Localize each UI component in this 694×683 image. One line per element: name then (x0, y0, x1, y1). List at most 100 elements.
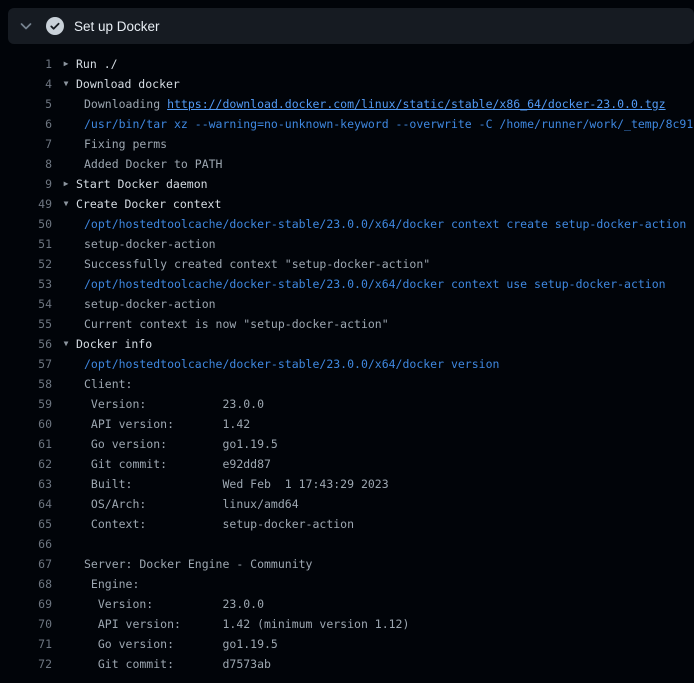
line-number[interactable]: 4 (0, 74, 52, 94)
expand-triangle-icon[interactable]: ▶ (61, 54, 71, 74)
log-link[interactable]: https://download.docker.com/linux/static… (167, 94, 666, 114)
log-text: OS/Arch: linux/amd64 (61, 494, 694, 514)
check-circle-icon (46, 17, 64, 35)
log-line: 67 Server: Docker Engine - Community (0, 554, 694, 574)
line-number[interactable]: 55 (0, 314, 52, 334)
line-number[interactable]: 51 (0, 234, 52, 254)
log-segment: Successfully created context "setup-dock… (84, 254, 430, 274)
line-number[interactable]: 62 (0, 454, 52, 474)
line-number[interactable]: 71 (0, 634, 52, 654)
line-number[interactable]: 66 (0, 534, 52, 554)
line-number[interactable]: 67 (0, 554, 52, 574)
line-number[interactable]: 63 (0, 474, 52, 494)
log-segment: Fixing perms (84, 134, 167, 154)
log-text: Go version: go1.19.5 (61, 434, 694, 454)
log-text: Go version: go1.19.5 (61, 634, 694, 654)
log-line: 53/opt/hostedtoolcache/docker-stable/23.… (0, 274, 694, 294)
log-segment: Server: Docker Engine - Community (84, 554, 312, 574)
chevron-down-icon[interactable] (14, 14, 38, 38)
log-segment: Added Docker to PATH (84, 154, 222, 174)
line-number[interactable]: 54 (0, 294, 52, 314)
expand-triangle-icon[interactable]: ▶ (61, 174, 71, 194)
log-line: 4 ▼Download docker (0, 74, 694, 94)
line-number[interactable]: 49 (0, 194, 52, 214)
line-number[interactable]: 64 (0, 494, 52, 514)
log-text: /usr/bin/tar xz --warning=no-unknown-key… (61, 114, 694, 134)
log-text: API version: 1.42 (61, 414, 694, 434)
log-line: 51setup-docker-action (0, 234, 694, 254)
log-segment: OS/Arch: linux/amd64 (84, 494, 299, 514)
log-line: 59 Version: 23.0.0 (0, 394, 694, 414)
log-segment: Client: (84, 374, 132, 394)
log-text: Version: 23.0.0 (61, 594, 694, 614)
line-number[interactable]: 60 (0, 414, 52, 434)
log-command: /opt/hostedtoolcache/docker-stable/23.0.… (84, 274, 666, 294)
log-text: Built: Wed Feb 1 17:43:29 2023 (61, 474, 694, 494)
log-segment: Engine: (84, 574, 139, 594)
group-header[interactable]: ▼Download docker (61, 74, 694, 94)
log-line: 5 Downloading https://download.docker.com… (0, 94, 694, 114)
line-number[interactable]: 59 (0, 394, 52, 414)
log-segment: Built: Wed Feb 1 17:43:29 2023 (84, 474, 389, 494)
log-segment: Downloading (84, 94, 167, 114)
log-segment: Go version: go1.19.5 (84, 434, 278, 454)
log-line: 49 ▼Create Docker context (0, 194, 694, 214)
group-title: Docker info (76, 334, 152, 354)
log-line: 64 OS/Arch: linux/amd64 (0, 494, 694, 514)
group-title: Run ./ (76, 54, 118, 74)
log-command: /usr/bin/tar xz --warning=no-unknown-key… (84, 114, 693, 134)
log-line: 71 Go version: go1.19.5 (0, 634, 694, 654)
collapse-triangle-icon[interactable]: ▼ (61, 74, 71, 94)
step-header[interactable]: Set up Docker (8, 8, 694, 44)
line-number[interactable]: 53 (0, 274, 52, 294)
log-segment: Version: 23.0.0 (84, 594, 264, 614)
log-segment: Context: setup-docker-action (84, 514, 354, 534)
line-number[interactable]: 52 (0, 254, 52, 274)
log-line: 1 ▶Run ./ (0, 54, 694, 74)
line-number[interactable]: 72 (0, 654, 52, 674)
log-line: 63 Built: Wed Feb 1 17:43:29 2023 (0, 474, 694, 494)
log-command: /opt/hostedtoolcache/docker-stable/23.0.… (84, 214, 686, 234)
log-line: 50/opt/hostedtoolcache/docker-stable/23.… (0, 214, 694, 234)
line-number[interactable]: 57 (0, 354, 52, 374)
group-header[interactable]: ▶Run ./ (61, 54, 694, 74)
line-number[interactable]: 50 (0, 214, 52, 234)
log-line: 54setup-docker-action (0, 294, 694, 314)
log-text: Fixing perms (61, 134, 694, 154)
log-text: Downloading https://download.docker.com/… (61, 94, 694, 114)
log-command: /opt/hostedtoolcache/docker-stable/23.0.… (84, 354, 499, 374)
line-number[interactable]: 61 (0, 434, 52, 454)
line-number[interactable]: 1 (0, 54, 52, 74)
log-text (61, 534, 694, 554)
log-line: 58 Client: (0, 374, 694, 394)
log-line: 69 Version: 23.0.0 (0, 594, 694, 614)
line-number[interactable]: 69 (0, 594, 52, 614)
log-line: 9 ▶Start Docker daemon (0, 174, 694, 194)
log-text: Engine: (61, 574, 694, 594)
log-text: Git commit: d7573ab (61, 654, 694, 674)
line-number[interactable]: 7 (0, 134, 52, 154)
line-number[interactable]: 6 (0, 114, 52, 134)
log-text: /opt/hostedtoolcache/docker-stable/23.0.… (61, 354, 694, 374)
group-header[interactable]: ▼Create Docker context (61, 194, 694, 214)
group-header[interactable]: ▶Start Docker daemon (61, 174, 694, 194)
log-text: Added Docker to PATH (61, 154, 694, 174)
log-line: 62 Git commit: e92dd87 (0, 454, 694, 474)
line-number[interactable]: 9 (0, 174, 52, 194)
log-lines: 1▶Run ./4▼Download docker5Downloading ht… (0, 44, 694, 683)
line-number[interactable]: 68 (0, 574, 52, 594)
group-header[interactable]: ▼Docker info (61, 334, 694, 354)
log-line: 60 API version: 1.42 (0, 414, 694, 434)
log-line: 6/usr/bin/tar xz --warning=no-unknown-ke… (0, 114, 694, 134)
line-number[interactable]: 58 (0, 374, 52, 394)
line-number[interactable]: 8 (0, 154, 52, 174)
log-segment: Version: 23.0.0 (84, 394, 264, 414)
collapse-triangle-icon[interactable]: ▼ (61, 194, 71, 214)
collapse-triangle-icon[interactable]: ▼ (61, 334, 71, 354)
log-line: 65 Context: setup-docker-action (0, 514, 694, 534)
line-number[interactable]: 70 (0, 614, 52, 634)
line-number[interactable]: 65 (0, 514, 52, 534)
line-number[interactable]: 5 (0, 94, 52, 114)
log-text: Context: setup-docker-action (61, 514, 694, 534)
line-number[interactable]: 56 (0, 334, 52, 354)
